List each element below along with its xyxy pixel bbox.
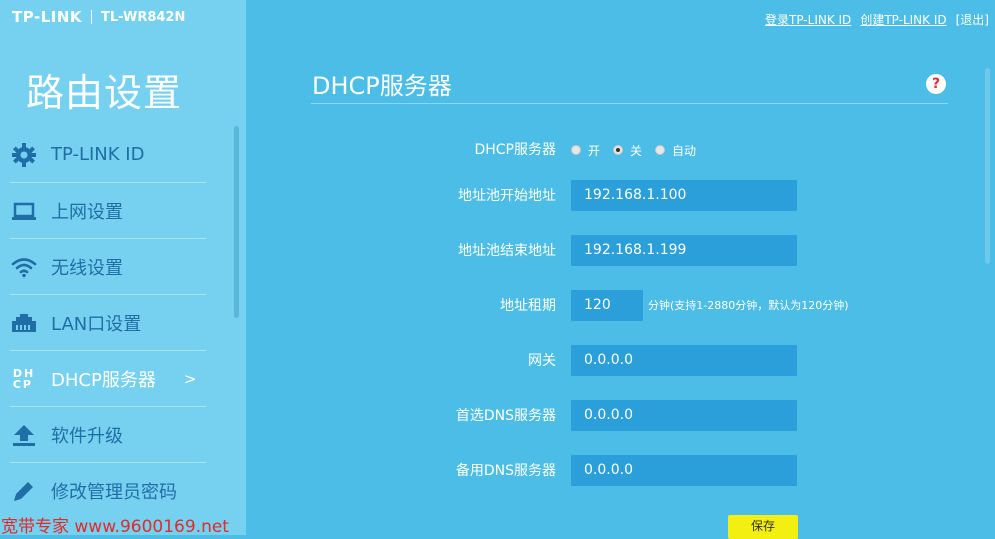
sidebar-item-internet[interactable]: 上网设置 (10, 183, 206, 239)
dhcp-icon-text-bottom: CP (12, 377, 33, 391)
dhcp-auto-radio[interactable]: 自动 (655, 142, 696, 159)
primary-dns-row: 首选DNS服务器 0.0.0.0 (300, 399, 960, 433)
dhcp-server-label: DHCP服务器 (474, 142, 556, 158)
pool-end-row: 地址池结束地址 192.168.1.199 (300, 234, 960, 268)
sidebar-item-upgrade[interactable]: 软件升级 (10, 407, 206, 463)
page-title: DHCP服务器 (312, 72, 452, 100)
upload-icon (10, 421, 38, 449)
sidebar-item-label: TP-LINK ID (51, 144, 145, 165)
laptop-icon (10, 197, 38, 225)
gateway-input[interactable]: 0.0.0.0 (571, 345, 797, 376)
sidebar-item-label: 上网设置 (51, 201, 123, 223)
dhcp-icon: DH CP (10, 365, 38, 393)
radio-dot-selected (613, 145, 624, 155)
login-tp-link-id-link[interactable]: 登录TP-LINK ID (765, 11, 851, 28)
radio-label: 关 (630, 143, 643, 158)
sidebar-item-change-password[interactable]: 修改管理员密码 (10, 463, 206, 518)
create-tp-link-id-link[interactable]: 创建TP-LINK ID (860, 11, 946, 28)
sidebar: TP-LINK TL-WR842N 路由设置 TP-LINK ID 上网设置 无… (0, 0, 246, 535)
secondary-dns-label: 备用DNS服务器 (455, 463, 556, 479)
logout-link[interactable]: [退出] (956, 11, 989, 28)
sidebar-item-label: 无线设置 (51, 257, 123, 279)
chevron-right-icon: > (183, 369, 197, 388)
pool-start-row: 地址池开始地址 192.168.1.100 (300, 179, 960, 213)
title-divider (311, 103, 948, 104)
pool-start-label: 地址池开始地址 (458, 188, 556, 204)
model-name: TL-WR842N (101, 9, 186, 25)
primary-dns-label: 首选DNS服务器 (455, 408, 556, 424)
sidebar-item-wireless[interactable]: 无线设置 (10, 239, 206, 295)
primary-dns-input[interactable]: 0.0.0.0 (571, 400, 797, 431)
brand-divider (91, 10, 93, 24)
lease-time-label: 地址租期 (500, 298, 556, 314)
sidebar-item-label: LAN口设置 (51, 313, 142, 335)
pool-end-label: 地址池结束地址 (458, 243, 556, 259)
ethernet-port-icon (10, 309, 38, 337)
gateway-row: 网关 0.0.0.0 (300, 344, 960, 378)
sidebar-item-label: 软件升级 (51, 425, 123, 447)
main-scrollbar[interactable] (985, 68, 990, 264)
secondary-dns-input[interactable]: 0.0.0.0 (571, 455, 797, 486)
lease-time-row: 地址租期 120 分钟(支持1-2880分钟，默认为120分钟) (300, 289, 960, 323)
sidebar-item-dhcp[interactable]: DH CP DHCP服务器 > (10, 351, 206, 407)
sidebar-item-label: 修改管理员密码 (51, 481, 177, 503)
sidebar-item-tp-link-id[interactable]: TP-LINK ID (10, 127, 206, 183)
sidebar-item-label: DHCP服务器 (51, 369, 156, 391)
pool-start-input[interactable]: 192.168.1.100 (571, 180, 797, 211)
dhcp-off-radio[interactable]: 关 (613, 142, 642, 159)
dhcp-on-radio[interactable]: 开 (571, 142, 600, 159)
lease-time-hint: 分钟(支持1-2880分钟，默认为120分钟) (648, 299, 849, 312)
dhcp-server-row: DHCP服务器 开 关 自动 (300, 133, 960, 167)
save-button[interactable]: 保存 (728, 515, 798, 539)
help-icon[interactable]: ? (926, 74, 946, 94)
radio-dot (571, 145, 581, 155)
pencil-icon (10, 477, 38, 505)
lease-time-input[interactable]: 120 (571, 290, 643, 321)
secondary-dns-row: 备用DNS服务器 0.0.0.0 (300, 454, 960, 488)
radio-label: 自动 (672, 143, 697, 158)
radio-label: 开 (588, 143, 601, 158)
sidebar-item-lan[interactable]: LAN口设置 (10, 295, 206, 351)
dhcp-mode-radio-group: 开 关 自动 (571, 133, 709, 167)
radio-dot (655, 145, 666, 155)
tp-link-logo: TP-LINK (12, 8, 83, 26)
gear-icon (10, 141, 38, 169)
sidebar-scrollbar[interactable] (234, 126, 239, 318)
wifi-icon (10, 253, 38, 281)
pool-end-input[interactable]: 192.168.1.199 (571, 235, 797, 266)
watermark: 宽带专家 www.9600169.net (1, 517, 229, 537)
brand: TP-LINK TL-WR842N (12, 8, 185, 26)
gateway-label: 网关 (528, 353, 556, 369)
top-links: 登录TP-LINK ID 创建TP-LINK ID [退出] (765, 11, 989, 28)
sidebar-title: 路由设置 (26, 71, 183, 115)
